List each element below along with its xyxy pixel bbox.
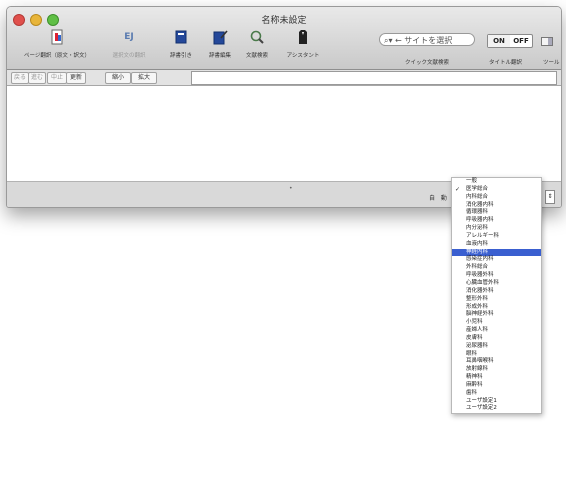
literature-search-label: 文献検索 — [245, 53, 268, 59]
dropdown-item[interactable]: 整形外科 — [452, 296, 541, 304]
dropdown-item-label: 神経内科 — [466, 248, 489, 255]
quick-search-label: クイック文献検索 — [405, 60, 450, 66]
dropdown-item[interactable]: 麻酔科 — [452, 382, 541, 390]
field-dropdown-menu[interactable]: 一般 ✓ 医学総合 内科総合 消化器内科 循環器科 呼吸器内科 内分泌科 アレルギー科 血液内科神… — [451, 177, 542, 415]
magnifier-icon — [250, 30, 264, 44]
dropdown-item[interactable]: 呼吸器外科 — [452, 272, 541, 280]
titlebar: 名称未設定 ページ翻訳（原文・訳文） EJ 選択文の翻訳 辞書引き 辞書編集 文… — [7, 7, 561, 70]
dropdown-item-label: 整形外科 — [466, 295, 489, 302]
page-translate-icon — [51, 29, 63, 45]
dropdown-item[interactable]: 内分泌科 — [452, 225, 541, 233]
dropdown-item-label: ユーザ設定2 — [466, 405, 497, 412]
dictionary-edit-button[interactable]: 辞書編集 — [202, 29, 238, 59]
shrink-button[interactable]: 縮小 — [105, 72, 131, 84]
ej-translate-icon: EJ — [124, 32, 134, 42]
url-field[interactable] — [191, 71, 557, 85]
checkmark-icon: ✓ — [455, 185, 461, 193]
dropdown-item-label: 感染症内科 — [466, 256, 494, 263]
dictionary-button[interactable]: 辞書引き — [164, 29, 198, 59]
dropdown-item-label: 一般 — [466, 178, 478, 184]
title-translate-toggle[interactable]: ON OFF — [487, 34, 533, 48]
stop-button[interactable]: 中止 — [47, 72, 67, 84]
back-button[interactable]: 戻る — [11, 72, 29, 84]
tools-label: ツール — [543, 60, 560, 66]
dropdown-item[interactable]: ✓ 医学総合 — [452, 186, 541, 194]
dropdown-item-label: 産婦人科 — [466, 327, 489, 334]
field-select-arrow[interactable]: ⇕ — [545, 190, 555, 204]
dictionary-edit-label: 辞書編集 — [208, 53, 231, 59]
dropdown-item-label: 放射線科 — [466, 366, 489, 373]
dropdown-item-label: 歯科 — [466, 389, 478, 396]
dropdown-item-label: 形成外科 — [466, 303, 489, 310]
dictionary-edit-icon — [213, 30, 228, 45]
page-translate-label: ページ翻訳（原文・訳文） — [24, 53, 90, 59]
dropdown-item-label: 麻酔科 — [466, 381, 483, 388]
search-placeholder: ← サイトを選択 — [395, 36, 453, 45]
dropdown-item[interactable]: 心臓血管外科 — [452, 280, 541, 288]
dropdown-item-label: 小児科 — [466, 319, 483, 326]
dropdown-item-label: 内分泌科 — [466, 225, 489, 232]
dropdown-item-label: 精神科 — [466, 374, 483, 381]
dropdown-item-label: アレルギー科 — [466, 232, 500, 239]
dropdown-item-label: 皮膚科 — [466, 334, 483, 341]
quick-search-field[interactable]: ⌕▾ ← サイトを選択 — [379, 33, 475, 46]
dropdown-item-label: 脳神経外科 — [466, 311, 494, 318]
dropdown-item-label: 消化器外科 — [466, 287, 494, 294]
selection-translate-label: 選択文の翻訳 — [112, 53, 146, 59]
dropdown-item[interactable]: 外科総合 — [452, 264, 541, 272]
assistant-icon — [299, 30, 307, 44]
dropdown-item[interactable]: 泌尿器科 — [452, 343, 541, 351]
dropdown-item[interactable]: 産婦人科 — [452, 327, 541, 335]
assistant-label: アシスタント — [286, 53, 320, 59]
dropdown-item[interactable]: 放射線科 — [452, 366, 541, 374]
dropdown-item-label: 心臓血管外科 — [466, 279, 500, 286]
dropdown-item-label: 血液内科 — [466, 240, 489, 247]
dropdown-item[interactable]: 血液内科 — [452, 241, 541, 249]
dropdown-item[interactable]: 歯科 — [452, 390, 541, 398]
dropdown-item[interactable]: 呼吸器内科 — [452, 217, 541, 225]
search-icon: ⌕▾ — [384, 36, 396, 45]
dropdown-item[interactable]: 皮膚科 — [452, 335, 541, 343]
dropdown-item-label: 消化器内科 — [466, 201, 494, 208]
literature-search-button[interactable]: 文献検索 — [240, 29, 274, 59]
toggle-off[interactable]: OFF — [510, 35, 532, 47]
dropdown-item[interactable]: 小児科 — [452, 319, 541, 327]
dropdown-item-label: 循環器科 — [466, 209, 489, 216]
selection-translate-button[interactable]: EJ 選択文の翻訳 — [102, 29, 156, 59]
tools-icon[interactable] — [541, 37, 553, 46]
dropdown-item[interactable]: 一般 — [452, 178, 541, 186]
toggle-on[interactable]: ON — [488, 35, 510, 47]
dropdown-item-label: 外科総合 — [466, 264, 489, 271]
navigation-bar: 戻る 進む 中止 更新 縮小 拡大 — [7, 70, 561, 86]
title-translate-label: タイトル翻訳 — [489, 60, 523, 66]
window-title: 名称未設定 — [261, 16, 307, 26]
dropdown-item-label: 呼吸器内科 — [466, 217, 494, 224]
forward-button[interactable]: 進む — [28, 72, 46, 84]
assistant-button[interactable]: アシスタント — [277, 29, 329, 59]
dropdown-item-label: 耳鼻咽喉科 — [466, 358, 494, 365]
enlarge-button[interactable]: 拡大 — [131, 72, 157, 84]
dropdown-item[interactable]: 精神科 — [452, 374, 541, 382]
dropdown-item-label: 医学総合 — [466, 185, 489, 192]
dropdown-item-label: ユーザ設定1 — [466, 397, 497, 404]
dropdown-item[interactable]: 消化器外科 — [452, 288, 541, 296]
dropdown-item[interactable]: ユーザ設定2 — [452, 405, 541, 413]
dropdown-item[interactable]: アレルギー科 — [452, 233, 541, 241]
dropdown-item[interactable]: 脳神経外科 — [452, 311, 541, 319]
dictionary-icon — [175, 30, 187, 44]
dropdown-item-label: 眼科 — [466, 350, 478, 357]
splitter-handle[interactable]: • — [289, 185, 293, 192]
dropdown-item-label: 泌尿器科 — [466, 342, 489, 349]
dropdown-item[interactable]: 内科総合 — [452, 194, 541, 202]
reload-button[interactable]: 更新 — [66, 72, 86, 84]
dictionary-label: 辞書引き — [169, 53, 192, 59]
dropdown-item-label: 内科総合 — [466, 193, 489, 200]
page-translate-button[interactable]: ページ翻訳（原文・訳文） — [15, 29, 99, 59]
mode-label: 自 動 — [429, 195, 449, 202]
dropdown-item-label: 呼吸器外科 — [466, 272, 494, 279]
translation-content-area[interactable] — [7, 86, 561, 181]
